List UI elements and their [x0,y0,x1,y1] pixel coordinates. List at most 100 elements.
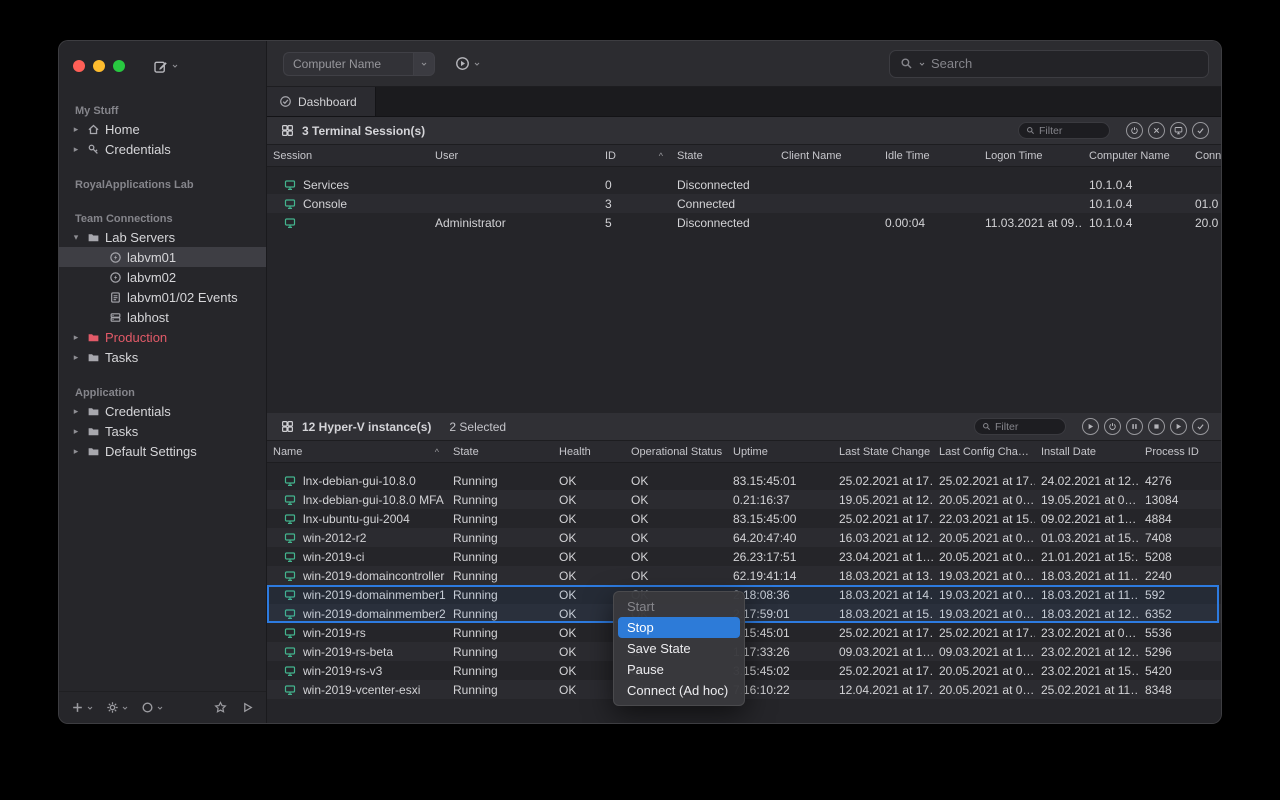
remote-control-icon[interactable] [1170,122,1187,139]
sidebar-item[interactable]: ▸ Production [59,327,266,347]
column-header[interactable]: Uptime [727,441,833,462]
table-row[interactable]: Administrator 5 Disconnected 0.00:04 11.… [267,213,1221,232]
column-header[interactable]: State [671,145,775,166]
table-row[interactable]: Console 3 Connected 10.1.0.4 01.0 [267,194,1221,213]
column-header[interactable]: Name [267,441,447,462]
connect-split-button[interactable] [455,56,481,71]
search-field [889,50,1209,78]
refresh-icon[interactable] [1192,418,1209,435]
search-input[interactable] [931,56,1198,71]
table-row[interactable]: lnx-ubuntu-gui-2004 Running OK OK 83.15:… [267,509,1221,528]
column-header[interactable]: Install Date [1035,441,1139,462]
table-row[interactable]: lnx-debian-gui-10.8.0 MFA Running OK OK … [267,490,1221,509]
settings-icon [106,701,119,714]
search-scope-chevron-icon[interactable] [918,60,926,68]
refresh-icon[interactable] [1192,122,1209,139]
vm-monitor-icon [283,645,296,658]
context-menu-item[interactable]: Stop [618,617,740,638]
terminal-filter-field [1018,122,1110,139]
column-header[interactable]: User [429,145,599,166]
column-header[interactable]: Idle Time [879,145,979,166]
save-state-icon[interactable] [1148,418,1165,435]
column-header[interactable]: Client Name [775,145,879,166]
sidebar-item-label: labvm01/02 Events [127,290,238,305]
sidebar-item-label: Tasks [105,424,138,439]
folder-icon [86,404,100,418]
session-icon [283,178,296,191]
column-header[interactable]: Session [267,145,429,166]
minimize-button[interactable] [93,60,105,72]
sidebar-footer-button[interactable] [106,701,129,714]
sidebar-footer-button[interactable] [214,701,227,714]
terminal-filter-input[interactable] [1039,125,1095,137]
add-icon [71,701,84,714]
column-header[interactable]: ID [599,145,671,166]
table-row[interactable]: lnx-debian-gui-10.8.0 Running OK OK 83.1… [267,471,1221,490]
sidebar-item-label: Credentials [105,404,171,419]
column-header[interactable]: State [447,441,553,462]
disconnect-icon[interactable] [1126,122,1143,139]
filter-search-icon [1026,126,1035,135]
session-icon [283,216,296,229]
sidebar-item[interactable]: ▸ Credentials [59,139,266,159]
sidebar-footer-button[interactable] [141,701,164,714]
start-icon[interactable] [1082,418,1099,435]
table-row[interactable]: win-2019-ci Running OK OK 26.23:17:51 23… [267,547,1221,566]
tab-dashboard[interactable]: Dashboard [267,87,376,116]
new-document-button[interactable] [153,59,179,74]
chevron-down-icon [156,704,164,712]
column-header[interactable]: Conn… [1189,145,1221,166]
sidebar-item[interactable]: labvm01/02 Events [59,287,266,307]
terminal-table-body: Services 0 Disconnected 10.1.0.4 Console… [267,167,1221,413]
resume-icon[interactable] [1170,418,1187,435]
vm-monitor-icon [283,626,296,639]
sidebar-item[interactable]: ▸ Home [59,119,266,139]
hyperv-filter-input[interactable] [995,421,1051,433]
column-header[interactable]: Last Config Cha… [933,441,1035,462]
sidebar-item[interactable]: ▸ Default Settings [59,441,266,461]
panel-title: 12 Hyper-V instance(s) [302,420,431,434]
sidebar-item[interactable]: labhost [59,307,266,327]
terminal-table-header: Session User ID State Client Name Idle T… [267,145,1221,167]
disclosure-triangle-icon: ▸ [71,426,81,437]
logoff-icon[interactable] [1148,122,1165,139]
hyperv-panel-header: 12 Hyper-V instance(s) 2 Selected [267,413,1221,441]
combobox-dropdown-button[interactable] [413,52,435,76]
column-header[interactable]: Computer Name [1083,145,1189,166]
sidebar-footer-button[interactable] [241,701,254,714]
sidebar-item: Application [59,385,266,401]
table-row[interactable]: win-2019-domaincontroller Running OK OK … [267,566,1221,585]
zoom-button[interactable] [113,60,125,72]
column-header[interactable]: Last State Change [833,441,933,462]
turn-off-icon[interactable] [1104,418,1121,435]
folder-icon [86,230,100,244]
computer-name-combobox[interactable]: Computer Name [283,52,435,76]
context-menu-item[interactable]: Connect (Ad hoc) [618,680,740,701]
context-menu-item[interactable]: Save State [618,638,740,659]
column-header[interactable]: Operational Status [625,441,727,462]
sidebar-item[interactable]: ▾ Lab Servers [59,227,266,247]
pause-icon[interactable] [1126,418,1143,435]
sidebar-item[interactable]: ▸ Tasks [59,347,266,367]
sidebar-item-label: Application [75,387,135,399]
close-button[interactable] [73,60,85,72]
column-header[interactable]: Health [553,441,625,462]
context-menu-item[interactable]: Start [618,596,740,617]
sidebar-footer [59,691,266,723]
table-row[interactable]: win-2012-r2 Running OK OK 64.20:47:40 16… [267,528,1221,547]
sidebar-item-label: Home [105,122,140,137]
column-header[interactable]: Logon Time [979,145,1083,166]
sidebar-item[interactable]: ▸ Tasks [59,421,266,441]
chevron-down-icon [473,60,481,68]
column-header[interactable]: Process ID [1139,441,1221,462]
context-menu-item[interactable]: Pause [618,659,740,680]
sidebar-item[interactable]: labvm01 [59,247,266,267]
vm-monitor-icon [283,550,296,563]
disclosure-triangle-icon: ▾ [71,232,81,243]
terminal-sessions-icon [281,124,294,137]
sidebar-footer-button[interactable] [71,701,94,714]
sidebar-item[interactable]: ▸ Credentials [59,401,266,421]
sidebar-item-label: Lab Servers [105,230,175,245]
sidebar-item[interactable]: labvm02 [59,267,266,287]
table-row[interactable]: Services 0 Disconnected 10.1.0.4 [267,175,1221,194]
